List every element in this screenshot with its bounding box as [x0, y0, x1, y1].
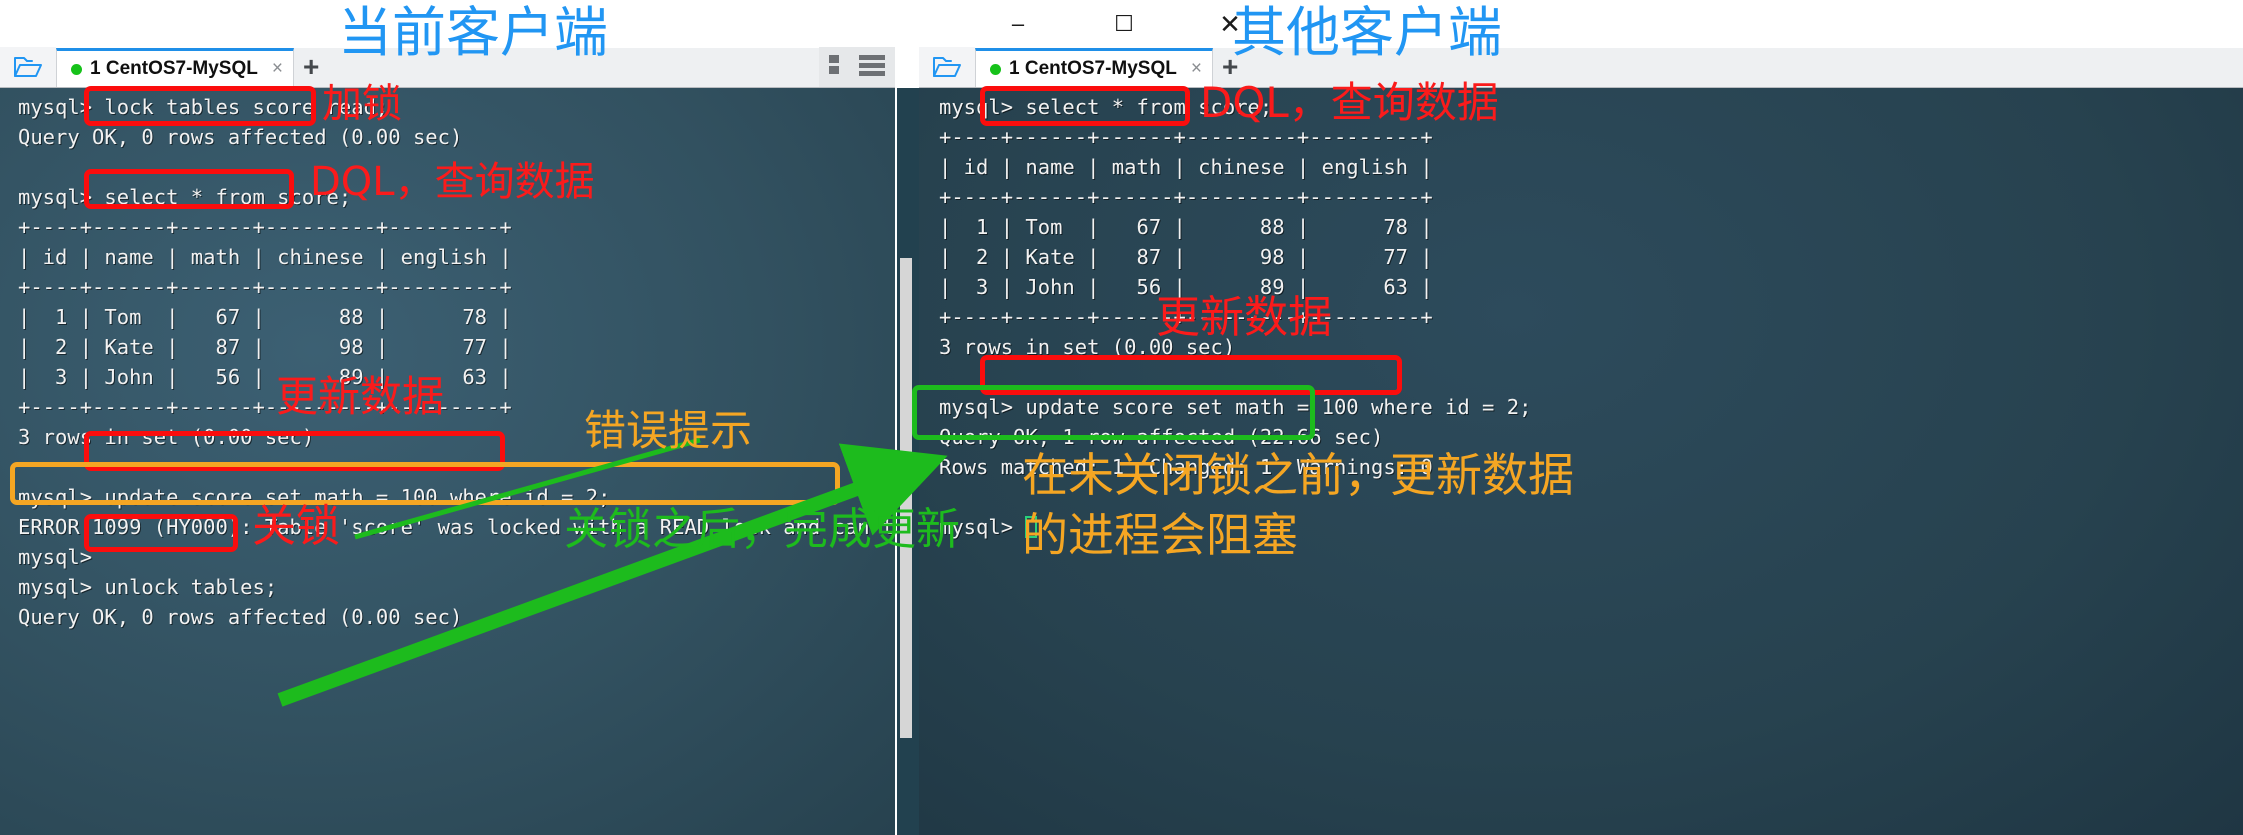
right-scrollbar-thumb[interactable]: [900, 258, 912, 738]
right-tab-centos7-mysql[interactable]: 1 CentOS7-MySQL ×: [975, 48, 1213, 87]
open-folder-icon[interactable]: [919, 47, 975, 87]
connection-status-dot: [71, 63, 82, 75]
right-client-window: 1 CentOS7-MySQL × + mysql> select * from…: [897, 0, 2243, 835]
right-tab-close-icon[interactable]: ×: [1191, 58, 1202, 80]
terminal-cursor: [1025, 516, 1038, 538]
left-terminal-output: mysql> lock tables score read; Query OK,…: [18, 95, 895, 629]
left-tabbar: 1 CentOS7-MySQL × +: [0, 47, 895, 88]
left-view-toggle-group: [819, 47, 895, 87]
right-window-edge: [897, 88, 919, 835]
right-new-tab-button[interactable]: +: [1222, 52, 1238, 81]
right-tab-label: 1 CentOS7-MySQL: [1009, 58, 1177, 79]
right-terminal-output: mysql> select * from score; +----+------…: [939, 95, 1532, 539]
left-tab-close-icon[interactable]: ×: [272, 58, 283, 80]
left-new-tab-button[interactable]: +: [303, 52, 319, 81]
right-terminal[interactable]: mysql> select * from score; +----+------…: [919, 88, 2243, 835]
open-folder-icon[interactable]: [0, 47, 56, 87]
grid-view-icon[interactable]: [829, 54, 853, 81]
list-view-icon[interactable]: [859, 54, 885, 81]
right-tabbar: 1 CentOS7-MySQL × +: [919, 47, 2243, 88]
left-tab-centos7-mysql[interactable]: 1 CentOS7-MySQL ×: [56, 48, 294, 87]
left-client-window: 1 CentOS7-MySQL × + mysql> lock tables s…: [0, 0, 895, 835]
left-terminal[interactable]: mysql> lock tables score read; Query OK,…: [0, 88, 895, 835]
connection-status-dot: [990, 63, 1001, 75]
left-tab-label: 1 CentOS7-MySQL: [90, 58, 258, 79]
screenshot-root: – ☐ ✕ 1 CentOS7-MySQL × + mysql> lock ta…: [0, 0, 2243, 835]
